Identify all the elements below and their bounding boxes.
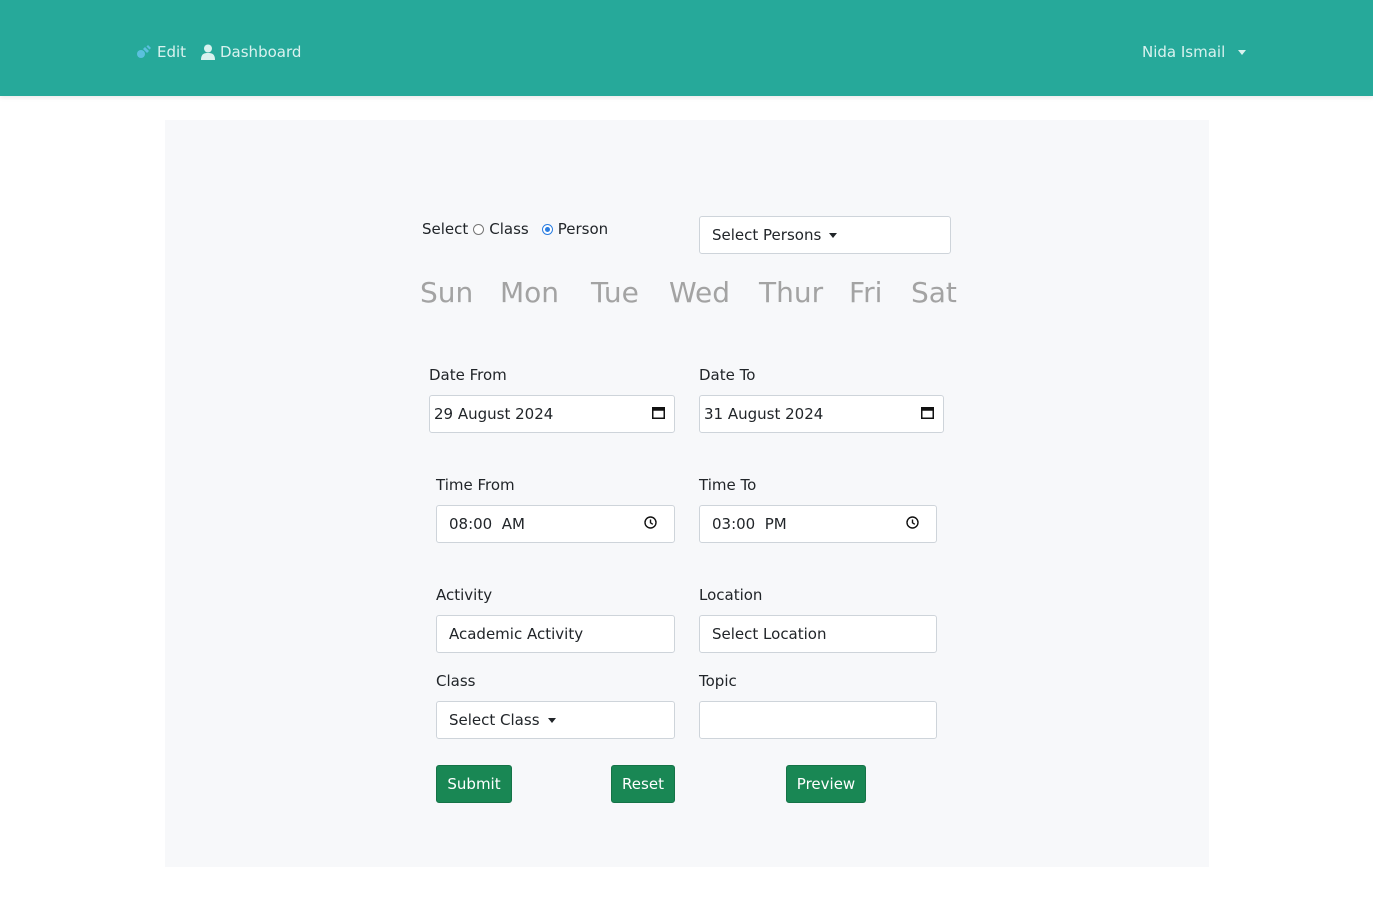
top-navbar: Edit Dashboard Nida Ismail xyxy=(0,0,1373,96)
caret-down-icon xyxy=(1238,49,1247,55)
calendar-icon[interactable] xyxy=(652,405,665,423)
activity-label: Activity xyxy=(436,586,493,604)
caret-down-icon xyxy=(829,232,838,238)
radio-class[interactable] xyxy=(473,223,485,235)
user-menu-dropdown[interactable]: Nida Ismail xyxy=(1142,41,1247,63)
select-class-label: Select Class xyxy=(449,711,540,729)
form-panel xyxy=(165,120,1209,867)
radio-person[interactable] xyxy=(541,223,553,235)
time-from-input[interactable]: 08:00 AM xyxy=(436,505,675,543)
radio-class-label: Class xyxy=(489,220,529,238)
date-to-value: 31 August 2024 xyxy=(704,405,824,423)
activity-select[interactable]: Academic Activity xyxy=(436,615,675,653)
day-tue[interactable]: Tue xyxy=(591,276,669,312)
time-from-value: 08:00 AM xyxy=(449,515,525,533)
submit-button[interactable]: Submit xyxy=(436,765,512,803)
reset-button[interactable]: Reset xyxy=(611,765,675,803)
calendar-icon[interactable] xyxy=(921,405,934,423)
day-sun[interactable]: Sun xyxy=(420,276,500,312)
user-icon xyxy=(201,44,215,60)
date-from-label: Date From xyxy=(429,366,507,384)
location-select[interactable]: Select Location xyxy=(699,615,937,653)
nav-edit-link[interactable]: Edit xyxy=(136,41,186,63)
selection-type-group: Select Class Person xyxy=(422,218,608,240)
time-from-label: Time From xyxy=(436,476,515,494)
nav-edit-label: Edit xyxy=(157,43,187,61)
date-from-input[interactable]: 29 August 2024 xyxy=(429,395,675,433)
date-to-label: Date To xyxy=(699,366,756,384)
day-thur[interactable]: Thur xyxy=(759,276,849,312)
time-to-label: Time To xyxy=(699,476,757,494)
time-to-input[interactable]: 03:00 PM xyxy=(699,505,937,543)
select-persons-dropdown[interactable]: Select Persons xyxy=(699,216,951,254)
day-fri[interactable]: Fri xyxy=(849,276,911,312)
date-from-value: 29 August 2024 xyxy=(434,405,554,423)
nav-dashboard-label: Dashboard xyxy=(220,43,302,61)
location-label: Location xyxy=(699,586,763,604)
caret-down-icon xyxy=(547,717,556,723)
edit-icon xyxy=(136,44,152,60)
weekday-selector: Sun Mon Tue Wed Thur Fri Sat xyxy=(420,276,957,312)
nav-dashboard-link[interactable]: Dashboard xyxy=(201,41,301,63)
topic-label: Topic xyxy=(699,672,737,690)
clock-icon[interactable] xyxy=(625,497,657,551)
day-sat[interactable]: Sat xyxy=(911,276,957,312)
radio-person-label: Person xyxy=(557,220,609,238)
day-wed[interactable]: Wed xyxy=(669,276,759,312)
preview-button[interactable]: Preview xyxy=(786,765,866,803)
location-value: Select Location xyxy=(712,625,827,643)
select-label: Select xyxy=(422,220,469,238)
topic-input[interactable] xyxy=(699,701,937,739)
select-class-dropdown[interactable]: Select Class xyxy=(436,701,675,739)
activity-value: Academic Activity xyxy=(449,625,584,643)
class-label: Class xyxy=(436,672,476,690)
select-persons-label: Select Persons xyxy=(712,226,822,244)
time-to-value: 03:00 PM xyxy=(712,515,787,533)
date-to-input[interactable]: 31 August 2024 xyxy=(699,395,944,433)
clock-icon[interactable] xyxy=(887,497,919,551)
day-mon[interactable]: Mon xyxy=(500,276,591,312)
user-name: Nida Ismail xyxy=(1142,43,1226,61)
